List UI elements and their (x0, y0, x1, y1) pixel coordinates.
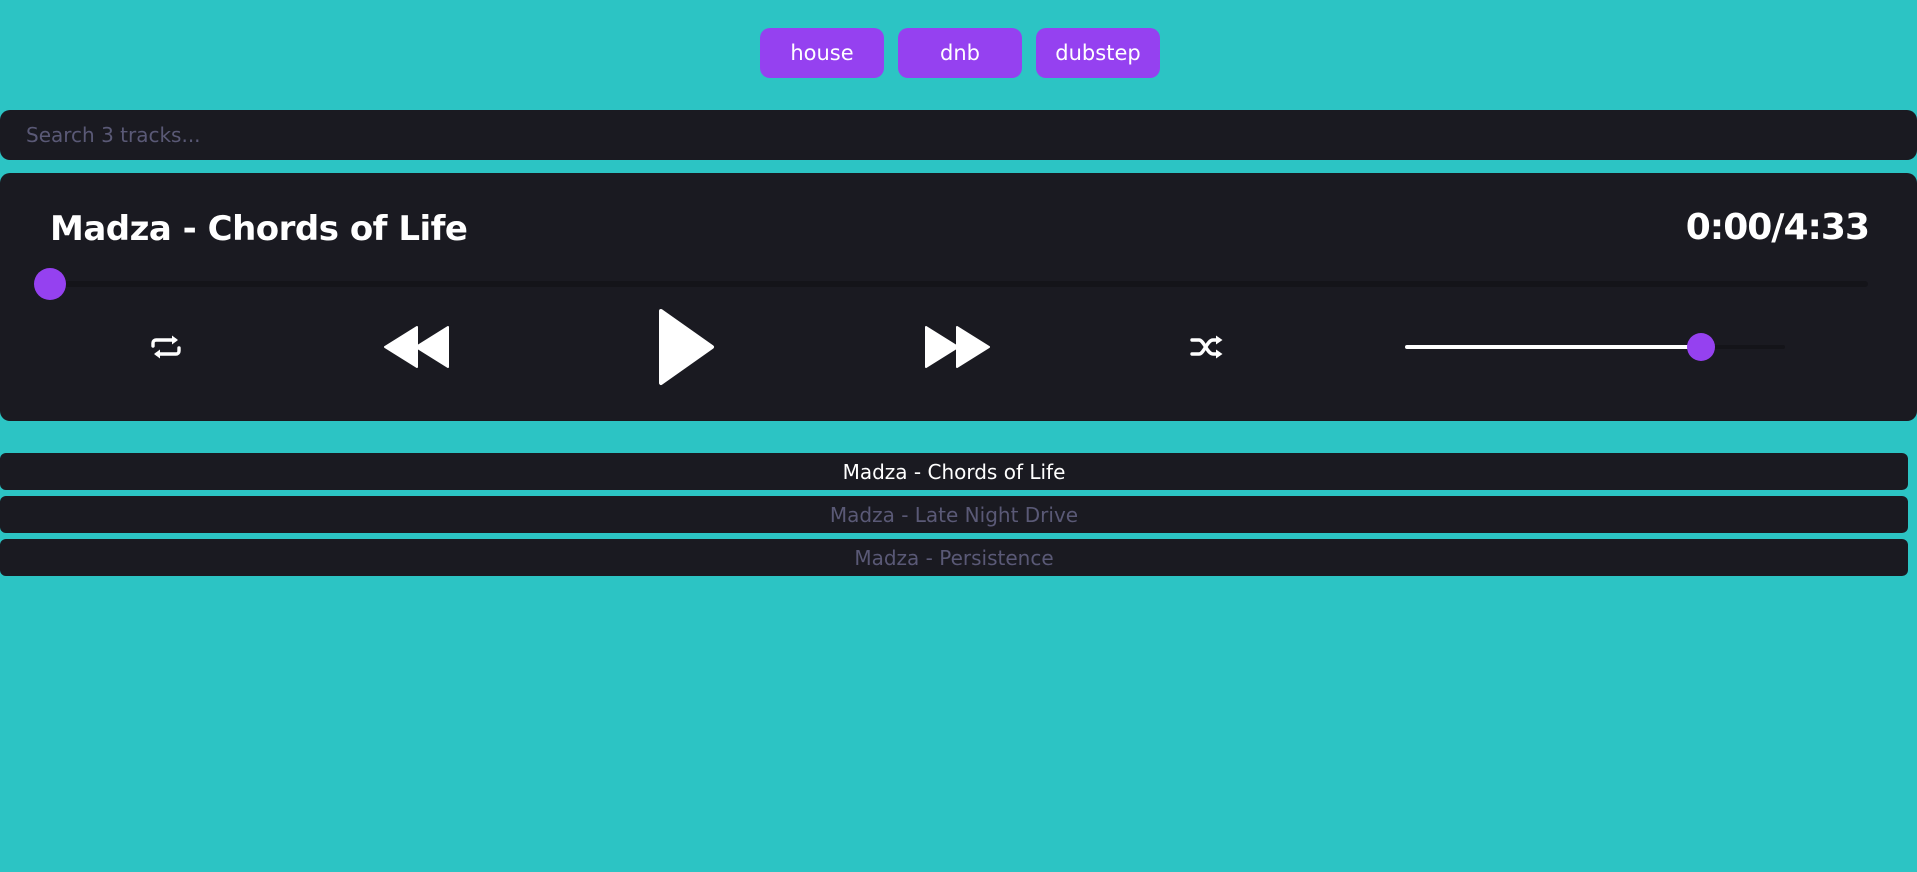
volume-fill (1405, 345, 1702, 349)
progress-bar[interactable] (34, 268, 1868, 300)
time-display: 0:00/4:33 (1685, 207, 1870, 248)
play-icon (659, 309, 714, 385)
fast-forward-icon (925, 326, 990, 368)
genre-house-button[interactable]: house (760, 28, 884, 78)
previous-button[interactable] (383, 325, 451, 369)
volume-slider[interactable] (1405, 333, 1785, 361)
player-panel: Madza - Chords of Life 0:00/4:33 (0, 173, 1917, 421)
genre-tags: house dnb dubstep (760, 28, 1160, 78)
playlist-item[interactable]: Madza - Late Night Drive (0, 496, 1908, 533)
genre-dubstep-button[interactable]: dubstep (1036, 28, 1160, 78)
loop-button[interactable] (146, 333, 186, 361)
now-playing-title: Madza - Chords of Life (50, 209, 468, 249)
duration: 4:33 (1783, 207, 1870, 248)
rewind-icon (384, 326, 449, 368)
search-input[interactable] (24, 122, 1917, 148)
play-button[interactable] (656, 307, 716, 387)
shuffle-icon (1190, 335, 1223, 359)
playlist: Madza - Chords of Life Madza - Late Nigh… (0, 453, 1908, 582)
volume-knob[interactable] (1687, 333, 1716, 361)
playlist-item[interactable]: Madza - Chords of Life (0, 453, 1908, 490)
time-separator: / (1771, 207, 1784, 248)
genre-dnb-button[interactable]: dnb (898, 28, 1022, 78)
playlist-item[interactable]: Madza - Persistence (0, 539, 1908, 576)
current-time: 0:00 (1685, 207, 1773, 248)
progress-knob[interactable] (34, 268, 66, 300)
next-button[interactable] (923, 325, 991, 369)
search-bar (0, 110, 1917, 160)
repeat-icon (151, 335, 181, 359)
shuffle-button[interactable] (1188, 333, 1226, 361)
